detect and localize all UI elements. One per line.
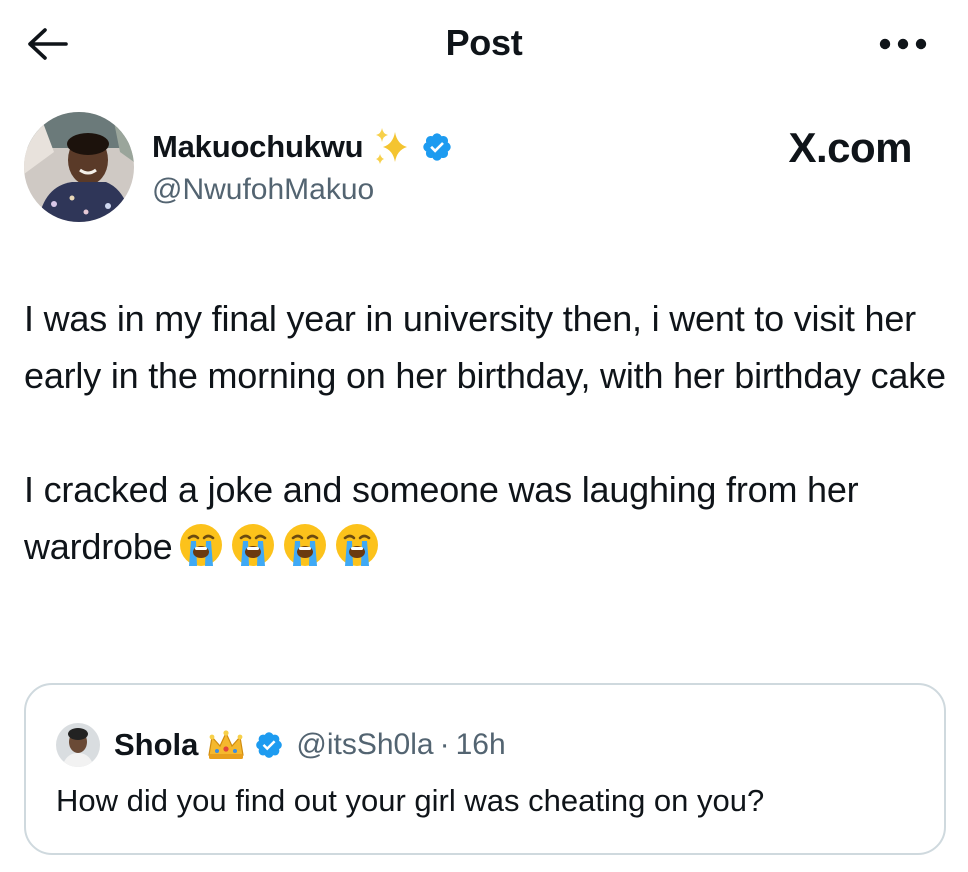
page-title: Post <box>445 22 523 63</box>
quoted-author-avatar <box>56 723 100 767</box>
verified-badge-icon <box>256 732 283 758</box>
crown-emoji-icon <box>208 730 245 759</box>
quoted-post-header: Shola @itsSh0la · 16h <box>56 723 506 767</box>
watermark-text: X.com <box>788 124 912 171</box>
author-handle[interactable]: @NwufohMakuo <box>152 173 374 207</box>
quoted-post-time: 16h <box>455 728 506 761</box>
emoji-group <box>172 524 380 567</box>
loudly-crying-face-emoji-icon <box>284 524 327 566</box>
author-name-row: Makuochukwu <box>152 126 453 168</box>
loudly-crying-face-emoji-icon <box>232 524 275 566</box>
post-page: Post Makuochukwu @NwufohMakuo X.com I wa… <box>0 0 968 872</box>
post-paragraph-text: I cracked a joke and someone was laughin… <box>24 469 859 567</box>
more-horizontal-icon <box>879 38 927 50</box>
post-paragraph: I was in my final year in university the… <box>24 298 946 396</box>
post-body: I was in my final year in university the… <box>24 290 954 575</box>
more-options-button[interactable] <box>876 24 930 64</box>
loudly-crying-face-emoji-icon <box>180 524 223 566</box>
author-avatar[interactable] <box>24 112 134 222</box>
quoted-post-text: How did you find out your girl was cheat… <box>56 783 765 818</box>
loudly-crying-face-emoji-icon <box>336 524 379 566</box>
verified-badge-icon <box>423 133 452 161</box>
quoted-author-name: Shola <box>114 727 199 762</box>
sparkles-emoji-icon <box>376 128 408 164</box>
quoted-author-handle: @itsSh0la <box>296 728 434 761</box>
separator-dot: · <box>439 728 450 761</box>
author-name[interactable]: Makuochukwu <box>152 129 364 165</box>
quoted-post-card[interactable]: Shola @itsSh0la · 16h How did you find o… <box>24 683 946 855</box>
post-paragraph: I cracked a joke and someone was laughin… <box>24 461 954 575</box>
